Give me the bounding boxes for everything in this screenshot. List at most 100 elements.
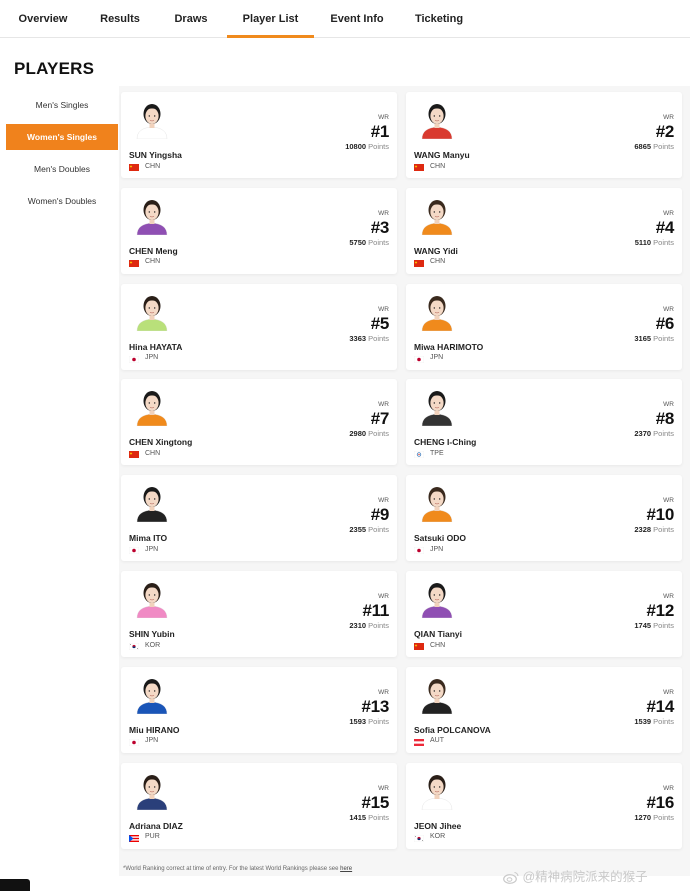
player-points: 2328 Points: [634, 525, 674, 534]
player-name: WANG Manyu: [414, 150, 470, 160]
sidebar-item-womens-doubles[interactable]: Women's Doubles: [6, 188, 118, 214]
points-value: 2370: [634, 429, 652, 439]
player-rank: #7: [370, 409, 390, 429]
points-value: 2328: [634, 525, 652, 535]
player-country: CHN: [430, 641, 446, 649]
player-rank: #10: [646, 505, 675, 525]
player-photo: [421, 678, 453, 714]
player-rank: #5: [370, 313, 390, 333]
player-card[interactable]: Sofia POLCANOVA AUT WR #14 1539 Points: [406, 666, 682, 753]
player-card[interactable]: WANG Manyu CHN WR #2 6865 Points: [406, 92, 682, 178]
player-rank: #4: [655, 217, 675, 237]
sidebar-item-mens-doubles[interactable]: Men's Doubles: [6, 156, 118, 182]
player-card[interactable]: JEON Jihee KOR WR #16 1270 Points: [406, 762, 682, 849]
points-unit: Points: [653, 142, 674, 151]
player-country: CHN: [430, 162, 446, 170]
player-name: Miu HIRANO: [129, 724, 180, 735]
player-card[interactable]: CHEN Meng CHN WR #3 5750 Points: [121, 187, 397, 274]
points-value: 1270: [634, 812, 652, 822]
points-value: 6865: [634, 142, 652, 151]
points-value: 3165: [634, 333, 652, 343]
sidebar-item-womens-singles[interactable]: Women's Singles: [6, 124, 118, 150]
player-country: JPN: [145, 354, 159, 362]
player-points: 5110 Points: [635, 238, 674, 247]
world-ranking-label: WR: [663, 497, 674, 505]
player-card[interactable]: Adriana DIAZ PUR WR #15 1415 Points: [121, 762, 397, 849]
points-unit: Points: [368, 716, 389, 726]
player-rank: #9: [370, 505, 390, 525]
player-card[interactable]: WANG Yidi CHN WR #4 5110 Points: [406, 187, 682, 274]
player-card[interactable]: SHIN Yubin KOR WR #11 2310 Points: [121, 571, 397, 657]
flag-jpn-icon: [129, 738, 139, 746]
player-rank: #1: [370, 122, 390, 141]
player-points: 3363 Points: [349, 334, 389, 343]
player-points: 1745 Points: [634, 621, 674, 630]
player-country: JPN: [145, 545, 159, 553]
sidebar-item-mens-singles[interactable]: Men's Singles: [6, 92, 118, 118]
player-country: JPN: [145, 737, 159, 745]
player-country: PUR: [145, 833, 160, 841]
tab-ticketing[interactable]: Ticketing: [408, 0, 470, 38]
world-ranking-label: WR: [378, 497, 389, 505]
points-value: 2355: [349, 525, 367, 535]
points-value: 5110: [634, 237, 652, 247]
player-card[interactable]: Hina HAYATA JPN WR #5 3363 Points: [121, 283, 397, 370]
points-value: 2980: [349, 429, 367, 439]
points-value: 3363: [349, 333, 367, 343]
player-rank: #15: [361, 792, 390, 812]
player-points: 10800 Points: [345, 142, 389, 151]
world-ranking-label: WR: [378, 784, 389, 792]
points-unit: Points: [653, 812, 674, 822]
flag-chn-icon: [414, 643, 424, 650]
tab-results[interactable]: Results: [92, 0, 148, 38]
player-card[interactable]: Mima ITO JPN WR #9 2355 Points: [121, 475, 397, 562]
flag-jpn-icon: [129, 355, 139, 363]
player-country: KOR: [430, 833, 446, 841]
points-unit: Points: [368, 333, 389, 343]
world-ranking-label: WR: [378, 209, 389, 217]
player-card[interactable]: Miu HIRANO JPN WR #13 1593 Points: [121, 666, 397, 753]
flag-chn-icon: [414, 164, 424, 171]
tab-overview[interactable]: Overview: [12, 0, 74, 38]
player-name: SUN Yingsha: [129, 150, 182, 160]
points-value: 1539: [634, 716, 652, 726]
player-card[interactable]: Satsuki ODO JPN WR #10 2328 Points: [406, 475, 682, 562]
player-photo: [421, 391, 453, 427]
world-ranking-label: WR: [663, 593, 674, 600]
player-country: CHN: [145, 258, 161, 266]
player-country: JPN: [430, 354, 444, 362]
player-rank: #12: [646, 601, 675, 620]
player-points: 1270 Points: [634, 813, 674, 822]
flag-kor-icon: [414, 834, 424, 842]
world-ranking-label: WR: [663, 209, 674, 217]
player-name: QIAN Tianyi: [414, 629, 463, 639]
tab-player-list[interactable]: Player List: [227, 0, 314, 38]
player-points: 2355 Points: [349, 525, 389, 534]
player-points: 2980 Points: [349, 429, 389, 438]
player-points: 6865 Points: [634, 142, 674, 151]
watermark-text: @精神病院派来的猴子: [522, 870, 648, 884]
points-unit: Points: [368, 812, 389, 822]
player-card[interactable]: CHENG I-Ching TPE WR #8 2370 Points: [406, 379, 682, 466]
world-ranking-label: WR: [378, 593, 389, 600]
player-photo: [136, 295, 168, 331]
tab-event-info[interactable]: Event Info: [324, 0, 390, 38]
player-points: 2370 Points: [634, 429, 674, 438]
player-country: JPN: [430, 545, 444, 553]
tab-draws[interactable]: Draws: [165, 0, 217, 38]
player-card[interactable]: QIAN Tianyi CHN WR #12 1745 Points: [406, 571, 682, 657]
player-country: TPE: [430, 449, 444, 457]
player-points: 1539 Points: [634, 717, 674, 726]
player-card[interactable]: CHEN Xingtong CHN WR #7 2980 Points: [121, 379, 397, 466]
points-unit: Points: [653, 429, 674, 439]
player-name: Adriana DIAZ: [129, 820, 183, 831]
player-card[interactable]: Miwa HARIMOTO JPN WR #6 3165 Points: [406, 283, 682, 370]
rankings-link[interactable]: here: [340, 866, 352, 872]
player-rank: #6: [655, 313, 675, 333]
footnote-text: *World Ranking correct at time of entry.…: [123, 866, 341, 872]
points-value: 2310: [349, 621, 367, 630]
points-value: 1415: [349, 812, 367, 822]
player-photo: [136, 487, 168, 523]
points-value: 1745: [634, 621, 652, 630]
player-card[interactable]: SUN Yingsha CHN WR #1 10800 Points: [121, 92, 397, 178]
